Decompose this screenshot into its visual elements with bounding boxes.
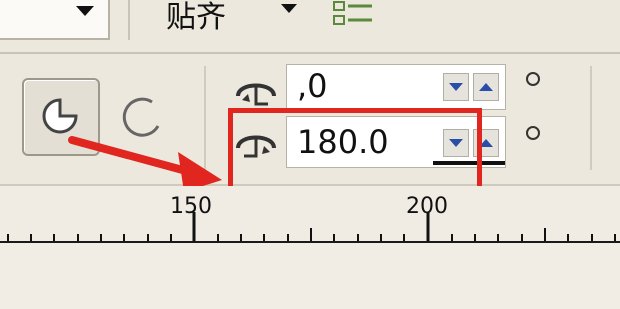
highlight-box bbox=[228, 108, 482, 192]
canvas-area[interactable] bbox=[0, 244, 620, 309]
ruler-ticks bbox=[7, 212, 616, 242]
ruler-baseline bbox=[0, 241, 620, 243]
